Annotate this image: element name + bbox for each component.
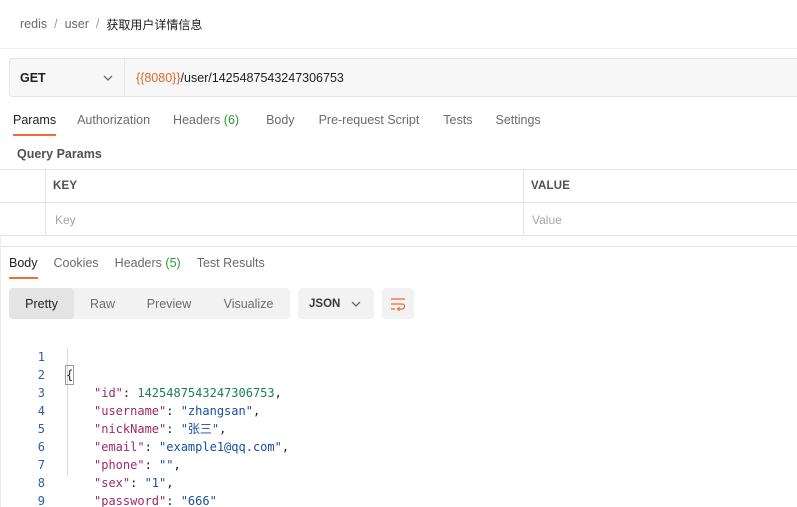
request-bar: GET {{8080}}/user/1425487543247306753 [9,58,797,97]
code-line: 8 "password": "666" [0,456,217,507]
tab-response-body[interactable]: Body [9,256,38,279]
json-key: "username" [94,404,167,418]
tab-prerequest-script[interactable]: Pre-request Script [319,113,420,127]
json-value: "1" [144,476,167,490]
table-header-row: KEY VALUE [0,170,797,203]
breadcrumb-separator: / [95,17,100,31]
column-divider [523,170,524,236]
request-name[interactable]: 获取用户详情信息 [106,16,202,33]
method-select[interactable]: GET [10,59,125,96]
format-label: JSON [309,297,341,310]
code-line: 5 "email": "example1@qq.com", [0,402,289,454]
chevron-down-icon [103,75,113,81]
json-comma: , [219,422,227,436]
response-headers-count: (5) [165,256,181,270]
json-value: "666" [180,494,217,507]
query-params-table: KEY VALUE Key Value [0,169,797,236]
json-key: "phone" [94,458,145,472]
chevron-down-icon [351,301,361,307]
value-column-header: VALUE [531,180,571,192]
query-params-title: Query Params [17,147,102,161]
breadcrumb-separator: / [54,17,58,31]
view-mode-switch: Pretty Raw Preview Visualize [9,288,290,319]
tab-settings[interactable]: Settings [495,113,540,127]
value-input[interactable]: Value [532,213,562,227]
response-tabs: Body Cookies Headers (5) Test Results [9,256,265,279]
open-brace: { [64,365,75,385]
json-comma: , [274,386,282,400]
code-line: 3 "username": "zhangsan", [0,366,260,418]
json-key: "nickName" [94,422,167,436]
table-row: Key Value [0,203,797,236]
json-key: "id" [94,386,123,400]
tab-params[interactable]: Params [13,113,57,136]
code-line: 4 "nickName": "张三", [0,384,227,436]
view-raw-button[interactable]: Raw [74,288,131,319]
url-variable: {{8080}} [136,70,181,85]
line-number: 9 [37,494,45,507]
breadcrumb-item-folder[interactable]: user [65,17,89,31]
tab-tests[interactable]: Tests [443,113,472,127]
breadcrumb: redis / user / 获取用户详情信息 [20,16,202,32]
column-divider [45,170,46,236]
format-select[interactable]: JSON [298,288,374,319]
key-column-header: KEY [53,180,78,192]
tab-response-headers[interactable]: Headers (5) [115,256,181,270]
view-pretty-button[interactable]: Pretty [9,288,74,319]
code-line: 2 "id": 1425487543247306753, [0,348,282,400]
json-value: "张三" [180,422,220,436]
wrap-lines-icon [391,297,406,311]
json-value: "example1@qq.com" [159,440,282,454]
tab-cookies[interactable]: Cookies [54,256,99,270]
json-value: 1425487543247306753 [137,386,275,400]
json-value: "" [159,458,174,472]
pane-divider [0,246,797,247]
tab-authorization[interactable]: Authorization [77,113,150,127]
tab-test-results[interactable]: Test Results [197,256,265,270]
tab-response-headers-label: Headers [114,256,162,270]
code-line: 7 "sex": "1", [0,438,174,490]
code-line: 6 "phone": "", [0,420,181,472]
tab-headers[interactable]: Headers (6) [173,113,239,127]
view-visualize-button[interactable]: Visualize [207,288,290,319]
tab-headers-label: Headers [173,113,221,127]
json-key: "email" [94,440,145,454]
request-tabs: Params Authorization Headers (6) Body Pr… [13,113,541,136]
json-comma: , [166,476,174,490]
json-key: "sex" [94,476,131,490]
json-comma: , [252,404,261,418]
breadcrumb-item-collection[interactable]: redis [20,17,47,31]
wrap-lines-button[interactable] [382,288,414,319]
json-comma: , [173,458,181,472]
key-input[interactable]: Key [55,213,76,227]
code-line: 9 } [0,474,45,507]
headers-count: (6) [223,113,240,127]
method-label: GET [20,70,46,85]
url-input[interactable]: {{8080}}/user/1425487543247306753 [125,59,797,96]
json-key: "password" [94,494,167,507]
json-comma: , [281,440,290,454]
url-path: /user/1425487543247306753 [180,70,344,85]
view-preview-button[interactable]: Preview [131,288,207,319]
code-line: 1 { [0,330,75,385]
header-divider [0,48,797,49]
json-value: "zhangsan" [180,404,253,418]
tab-body[interactable]: Body [266,113,295,127]
